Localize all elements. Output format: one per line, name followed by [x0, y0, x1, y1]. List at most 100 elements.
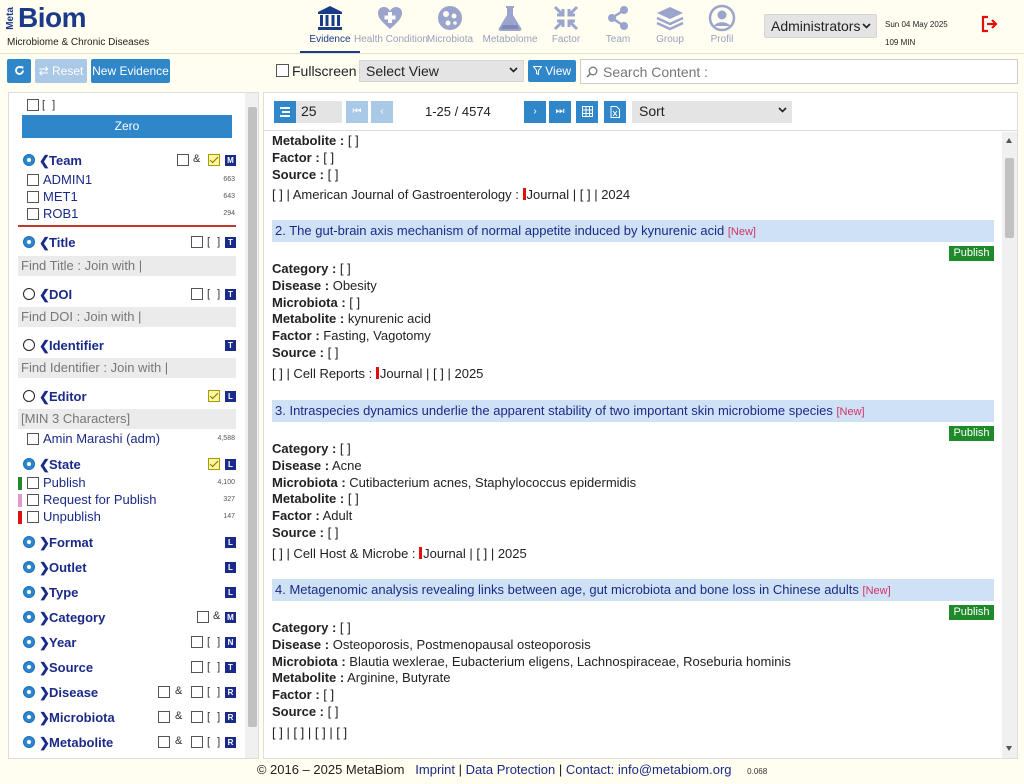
nav-metabolome[interactable]: Metabolome: [480, 0, 540, 53]
identifier-section-title[interactable]: ❮Identifier: [39, 338, 104, 354]
disease-checkbox-2[interactable]: [191, 686, 203, 698]
team-section-title[interactable]: ❮Team: [39, 153, 82, 169]
identifier-radio[interactable]: [23, 339, 35, 351]
page-size-input[interactable]: 25: [296, 101, 342, 123]
last-page-button[interactable]: ⏭: [549, 101, 571, 123]
list-toggle-button[interactable]: [274, 101, 296, 123]
zero-button[interactable]: Zero: [22, 115, 232, 138]
next-page-button[interactable]: ›: [524, 101, 546, 123]
nav-factor[interactable]: Factor: [540, 0, 592, 53]
sidebar-scrollbar[interactable]: [245, 93, 258, 758]
outlet-radio[interactable]: [23, 561, 35, 573]
state-item-checkbox[interactable]: [27, 511, 39, 523]
format-section-title[interactable]: ❯Format: [39, 535, 93, 551]
find-identifier-input[interactable]: Find Identifier : Join with |: [18, 358, 236, 378]
evidence-title-bar[interactable]: 4. Metagenomic analysis revealing links …: [272, 579, 994, 601]
year-radio[interactable]: [23, 636, 35, 648]
year-checkbox[interactable]: [191, 636, 203, 648]
scrollbar-thumb[interactable]: [1005, 158, 1014, 238]
microbiota-section-title[interactable]: ❯Microbiota: [39, 710, 115, 726]
editor-section-title[interactable]: ❮Editor: [39, 389, 87, 405]
new-evidence-button[interactable]: New Evidence: [91, 59, 170, 83]
disease-checkbox[interactable]: [158, 686, 170, 698]
evidence-title[interactable]: 4. Metagenomic analysis revealing links …: [275, 582, 891, 597]
find-title-input[interactable]: Find Title : Join with |: [18, 256, 236, 276]
editor-radio[interactable]: [23, 390, 35, 402]
microbiota-radio[interactable]: [23, 711, 35, 723]
data-protection-link[interactable]: Data Protection: [466, 762, 556, 777]
metabolite-checkbox-2[interactable]: [191, 736, 203, 748]
find-doi-input[interactable]: Find DOI : Join with |: [18, 307, 236, 327]
disease-section-title[interactable]: ❯Disease: [39, 685, 98, 701]
outlet-section-title[interactable]: ❯Outlet: [39, 560, 87, 576]
scroll-down-icon[interactable]: [1006, 746, 1012, 751]
search-input[interactable]: Search Content :: [580, 59, 1018, 84]
evidence-title[interactable]: 3. Intraspecies dynamics underlie the ap…: [275, 403, 865, 418]
publish-badge[interactable]: Publish: [949, 605, 994, 620]
disease-radio[interactable]: [23, 686, 35, 698]
format-radio[interactable]: [23, 536, 35, 548]
doi-radio[interactable]: [23, 288, 35, 300]
nav-group[interactable]: Group: [644, 0, 696, 53]
type-section-title[interactable]: ❯Type: [39, 585, 78, 601]
view-button[interactable]: View: [528, 60, 576, 82]
microbiota-checkbox[interactable]: [158, 711, 170, 723]
team-item-admin1[interactable]: ADMIN1: [43, 172, 92, 187]
doi-section-title[interactable]: ❮DOI: [39, 287, 72, 303]
state-yellow-checkbox[interactable]: [208, 458, 220, 470]
editor-item-checkbox[interactable]: [27, 433, 39, 445]
category-radio[interactable]: [23, 611, 35, 623]
title-checkbox[interactable]: [191, 236, 203, 248]
metabolite-section-title[interactable]: ❯Metabolite: [39, 735, 113, 751]
export-button[interactable]: [604, 101, 626, 123]
category-section-title[interactable]: ❯Category: [39, 610, 105, 626]
nav-evidence[interactable]: Evidence: [300, 0, 360, 53]
state-radio[interactable]: [23, 458, 35, 470]
editor-yellow-checkbox[interactable]: [208, 390, 220, 402]
results-scrollbar[interactable]: [1002, 132, 1017, 758]
nav-health-condition[interactable]: Health Condition: [354, 0, 428, 53]
fullscreen-checkbox[interactable]: [276, 64, 289, 77]
nav-team[interactable]: Team: [592, 0, 644, 53]
role-select[interactable]: Administrators: [764, 14, 877, 38]
refresh-button[interactable]: [7, 59, 31, 83]
scrollbar-thumb[interactable]: [248, 107, 257, 727]
imprint-link[interactable]: Imprint: [415, 762, 455, 777]
contact-email-link[interactable]: info@metabiom.org: [618, 762, 732, 777]
team-item-met1[interactable]: MET1: [43, 189, 78, 204]
grid-view-button[interactable]: [576, 101, 598, 123]
state-section-title[interactable]: ❮State: [39, 457, 81, 473]
microbiota-checkbox-2[interactable]: [191, 711, 203, 723]
year-section-title[interactable]: ❯Year: [39, 635, 76, 651]
top-checkbox[interactable]: [27, 99, 39, 111]
title-section-title[interactable]: ❮Title: [39, 235, 76, 251]
scroll-up-icon[interactable]: [1006, 138, 1012, 143]
source-radio[interactable]: [23, 661, 35, 673]
sort-dropdown[interactable]: Sort: [632, 101, 792, 123]
state-item-request[interactable]: Request for Publish: [43, 492, 156, 507]
select-view-dropdown[interactable]: Select View: [359, 60, 524, 82]
state-item-publish[interactable]: Publish: [43, 475, 86, 490]
nav-microbiota[interactable]: Microbiota: [420, 0, 480, 53]
evidence-title[interactable]: 2. The gut-brain axis mechanism of norma…: [275, 223, 756, 238]
evidence-title-bar[interactable]: 3. Intraspecies dynamics underlie the ap…: [272, 400, 994, 422]
reset-button[interactable]: ⇄ Reset: [35, 59, 87, 83]
doi-checkbox[interactable]: [191, 288, 203, 300]
first-page-button[interactable]: ⏮: [346, 101, 368, 123]
state-item-checkbox[interactable]: [27, 494, 39, 506]
title-radio[interactable]: [23, 236, 35, 248]
team-yellow-checkbox[interactable]: [208, 154, 220, 166]
team-item-checkbox[interactable]: [27, 174, 39, 186]
metabolite-checkbox[interactable]: [158, 736, 170, 748]
source-section-title[interactable]: ❯Source: [39, 660, 93, 676]
state-item-unpublish[interactable]: Unpublish: [43, 509, 101, 524]
source-checkbox[interactable]: [191, 661, 203, 673]
team-item-checkbox[interactable]: [27, 191, 39, 203]
find-editor-input[interactable]: [MIN 3 Characters]: [18, 409, 236, 429]
evidence-title-bar[interactable]: 2. The gut-brain axis mechanism of norma…: [272, 220, 994, 242]
team-checkbox[interactable]: [177, 154, 189, 166]
logout-icon[interactable]: [981, 15, 999, 33]
team-item-checkbox[interactable]: [27, 208, 39, 220]
prev-page-button[interactable]: ‹: [371, 101, 393, 123]
nav-profil[interactable]: Profil: [696, 0, 748, 53]
